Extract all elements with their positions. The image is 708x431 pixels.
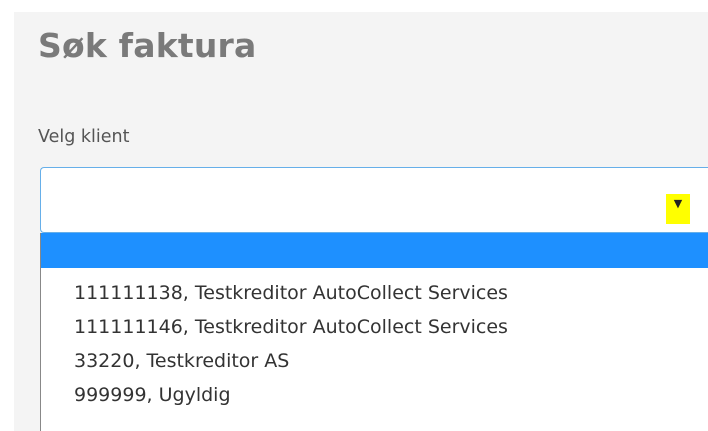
client-select[interactable] [40, 167, 708, 233]
client-options-list: 111111138, Testkreditor AutoCollect Serv… [40, 233, 708, 431]
page-title: Søk faktura [38, 26, 257, 65]
triangle-down-icon: ▼ [673, 197, 683, 210]
client-option[interactable]: 111111146, Testkreditor AutoCollect Serv… [41, 310, 708, 344]
client-option-blank[interactable] [41, 233, 708, 268]
client-option[interactable]: 999999, Ugyldig [41, 378, 708, 412]
dropdown-arrow-button[interactable]: ▼ [666, 194, 690, 224]
client-option[interactable]: 111111138, Testkreditor AutoCollect Serv… [41, 276, 708, 310]
client-select-label: Velg klient [38, 127, 130, 147]
client-option[interactable]: 33220, Testkreditor AS [41, 344, 708, 378]
